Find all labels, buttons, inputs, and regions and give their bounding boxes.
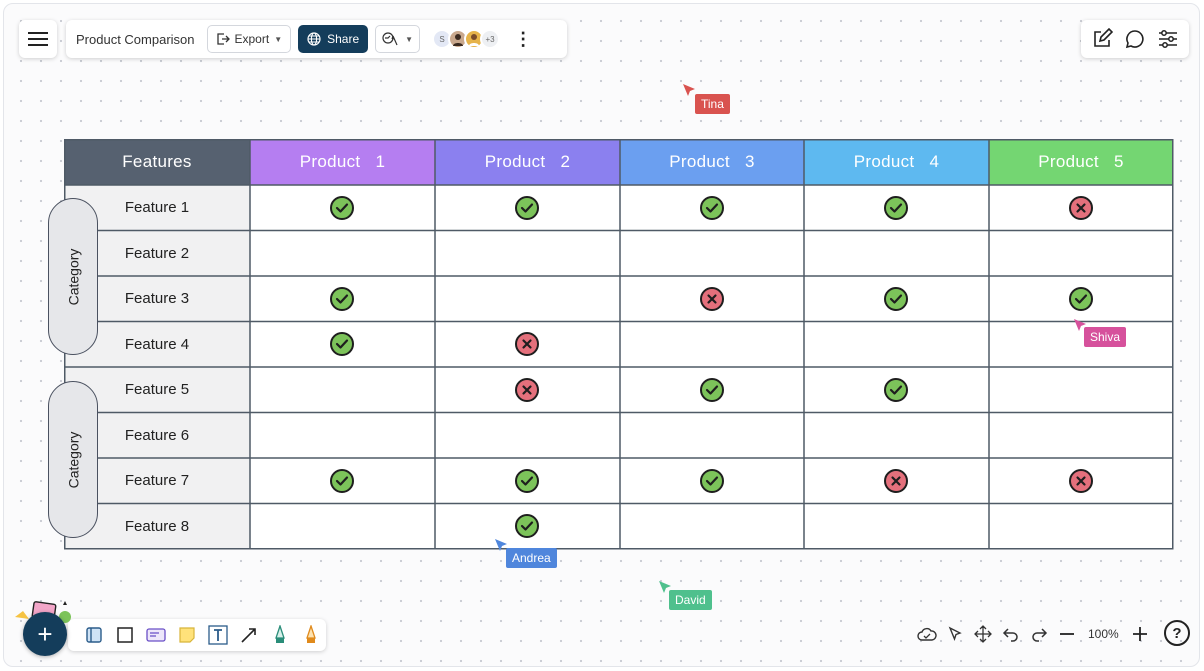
collaborator-avatars[interactable]: S +3 <box>432 29 501 49</box>
document-title[interactable]: Product Comparison <box>76 32 195 47</box>
settings-sliders-icon[interactable] <box>1157 28 1179 50</box>
zoom-out-icon[interactable] <box>1056 623 1078 645</box>
pan-move-icon[interactable] <box>972 623 994 645</box>
edit-icon[interactable] <box>1091 28 1113 50</box>
arrow-connector-icon[interactable] <box>233 619 264 651</box>
shape-toolbar <box>68 619 326 651</box>
check-icon <box>700 468 724 493</box>
collaborator-cursor: David <box>659 581 712 610</box>
cursor-name-tag: Shiva <box>1084 327 1127 347</box>
help-button[interactable]: ? <box>1164 620 1190 646</box>
pen-icon[interactable] <box>264 619 295 651</box>
category-group-label[interactable]: Category <box>48 381 98 538</box>
presentation-icon <box>382 32 398 46</box>
select-pointer-icon[interactable] <box>944 623 966 645</box>
zoom-level[interactable]: 100% <box>1088 627 1119 641</box>
top-toolbar: Product Comparison Export ▼ Share ▼ S +3… <box>66 20 567 58</box>
cross-icon <box>884 468 908 493</box>
category-group-label[interactable]: Category <box>48 198 98 355</box>
cross-icon <box>1069 468 1093 493</box>
person-icon <box>469 34 480 46</box>
check-icon <box>700 377 724 402</box>
check-icon <box>515 468 539 493</box>
check-icon <box>700 195 724 220</box>
check-icon <box>884 195 908 220</box>
collaborator-cursor: Andrea <box>495 539 557 568</box>
cloud-sync-icon[interactable] <box>916 623 938 645</box>
export-button[interactable]: Export ▼ <box>206 25 292 53</box>
chevron-down-icon: ▼ <box>274 34 283 44</box>
cross-icon <box>700 286 724 311</box>
check-icon <box>515 195 539 220</box>
whiteboard-canvas[interactable]: Product Comparison Export ▼ Share ▼ S +3… <box>3 3 1200 667</box>
text-icon[interactable] <box>202 619 233 651</box>
export-icon <box>216 33 230 45</box>
zoom-toolbar: 100% <box>916 619 1151 649</box>
cross-icon <box>1069 195 1093 220</box>
check-icon <box>330 286 354 311</box>
add-shape-button[interactable]: + <box>23 612 67 656</box>
highlighter-icon[interactable] <box>295 619 326 651</box>
comment-icon[interactable] <box>1124 28 1146 50</box>
plus-icon: + <box>37 618 53 649</box>
more-options-icon[interactable]: ⋮ <box>514 30 532 48</box>
check-icon <box>884 377 908 402</box>
avatar-overflow-count[interactable]: +3 <box>480 29 501 49</box>
rectangle-icon[interactable] <box>109 619 140 651</box>
main-menu-button[interactable] <box>19 20 57 58</box>
hamburger-icon <box>28 32 48 46</box>
sticky-note-icon[interactable] <box>171 619 202 651</box>
redo-icon[interactable] <box>1028 623 1050 645</box>
cross-icon <box>515 377 539 402</box>
check-icon <box>1069 286 1093 311</box>
export-label: Export <box>234 32 270 46</box>
check-icon <box>884 286 908 311</box>
collaboration-button[interactable]: ▼ <box>375 25 421 53</box>
cursor-name-tag: Tina <box>695 94 730 114</box>
check-icon <box>330 468 354 493</box>
collaborator-cursor: Shiva <box>1074 319 1127 347</box>
undo-icon[interactable] <box>1000 623 1022 645</box>
check-icon <box>330 195 354 220</box>
collaborator-cursor: Tina <box>683 84 730 114</box>
globe-icon <box>307 32 321 46</box>
template-icon[interactable] <box>78 619 109 651</box>
cursor-name-tag: David <box>669 590 712 610</box>
cursor-name-tag: Andrea <box>506 548 557 568</box>
right-toolbar <box>1081 20 1189 58</box>
zoom-in-icon[interactable] <box>1129 623 1151 645</box>
person-icon <box>453 34 464 46</box>
share-button[interactable]: Share <box>298 25 369 53</box>
chevron-down-icon: ▼ <box>405 34 414 44</box>
share-label: Share <box>327 32 360 46</box>
card-icon[interactable] <box>140 619 171 651</box>
